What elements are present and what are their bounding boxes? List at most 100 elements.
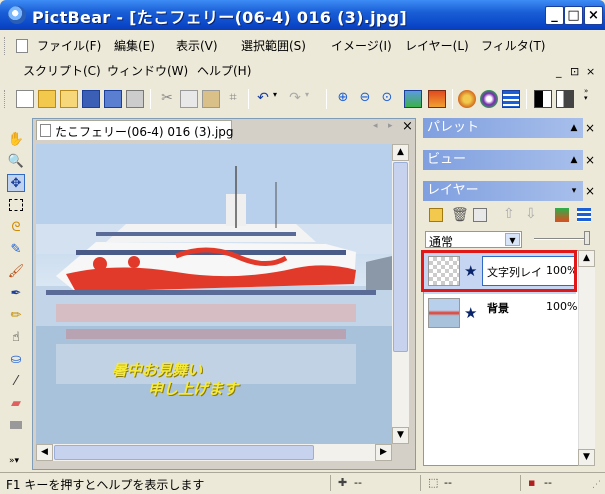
new-file-icon[interactable] — [16, 90, 34, 108]
paste-icon[interactable] — [202, 90, 220, 108]
menu-layer[interactable]: レイヤー(L) — [405, 37, 469, 54]
invert-icon[interactable] — [556, 90, 574, 108]
zoom-fit-icon[interactable]: ⊙ — [378, 90, 396, 108]
smudge-tool-icon[interactable]: ☝ — [7, 328, 25, 346]
scroll-down-button[interactable]: ▼ — [392, 427, 409, 444]
image-canvas[interactable]: 暑中お見舞い 申し上げます — [36, 144, 392, 444]
overlay-text-line1[interactable]: 暑中お見舞い — [112, 359, 202, 380]
opacity-slider-track[interactable] — [534, 238, 590, 240]
flatten-layers-icon[interactable] — [577, 208, 591, 222]
layer-visibility-icon[interactable]: ★ — [464, 304, 477, 322]
document-tab-icon — [40, 124, 51, 137]
eraser-tool-icon[interactable]: ▰ — [7, 394, 25, 412]
toolbox-more-icon[interactable]: »▾ — [9, 456, 19, 466]
crop-icon[interactable]: ⌗ — [224, 90, 242, 108]
rect-select-tool-icon[interactable] — [7, 196, 25, 214]
save-all-icon[interactable] — [104, 90, 122, 108]
open-folder-icon[interactable] — [38, 90, 56, 108]
undo-dropdown-icon[interactable]: ▾ — [270, 90, 280, 108]
close-button[interactable]: × — [584, 6, 603, 25]
scroll-up-button[interactable]: ▲ — [392, 144, 409, 161]
palette-panel-icon[interactable] — [458, 90, 476, 108]
overlay-text-line2[interactable]: 申し上げます — [148, 378, 238, 399]
move-layer-down-icon[interactable]: ⇩ — [525, 206, 537, 222]
layer-row[interactable]: ★ 背景 100% — [424, 294, 577, 336]
menu-select[interactable]: 選択範囲(S) — [241, 37, 306, 54]
color-value-icon: ▪ — [528, 476, 536, 489]
image-adjust-icon[interactable] — [428, 90, 446, 108]
menu-image[interactable]: イメージ(I) — [331, 37, 392, 54]
vertical-scroll-thumb[interactable] — [393, 162, 408, 352]
pen-tool-icon[interactable]: ✎ — [7, 240, 25, 258]
move-tool-icon[interactable]: ✥ — [7, 174, 25, 192]
document-icon[interactable] — [16, 39, 28, 53]
layer-panel-header[interactable]: レイヤー — [423, 181, 583, 201]
menu-view[interactable]: 表示(V) — [176, 37, 218, 54]
airbrush-tool-icon[interactable]: ✒ — [7, 284, 25, 302]
shape-tool-icon[interactable] — [7, 416, 25, 434]
layer-collapse-button[interactable]: ▾ — [568, 184, 580, 198]
mdi-close-button[interactable]: × — [586, 65, 595, 78]
view-collapse-button[interactable]: ▲ — [568, 153, 580, 167]
menu-edit[interactable]: 編集(E) — [114, 37, 155, 54]
mdi-restore-button[interactable]: ⊡ — [570, 65, 579, 78]
menu-file[interactable]: ファイル(F) — [37, 37, 101, 54]
toolbar-overflow-icon[interactable]: » ▾ — [584, 88, 596, 112]
mdi-minimize-button[interactable]: _ — [556, 65, 562, 78]
menubar-grip[interactable] — [4, 37, 7, 55]
document-tab[interactable]: たこフェリー(06-4) 016 (3).jpg — [36, 120, 234, 140]
color-picker-icon[interactable] — [480, 90, 498, 108]
tab-prev-button[interactable]: ◂ — [373, 121, 378, 131]
blend-mode-select[interactable]: 通常 ▼ — [425, 231, 522, 249]
print-icon[interactable] — [126, 90, 144, 108]
menu-script[interactable]: スクリプト(C) — [23, 62, 101, 79]
palette-close-button[interactable]: × — [584, 121, 596, 135]
layers-panel-icon[interactable] — [502, 90, 520, 108]
resize-grip-icon[interactable]: ⋰ — [592, 480, 601, 490]
pencil-tool-icon[interactable]: ✏ — [7, 306, 25, 324]
eyedropper-tool-icon[interactable]: ⁄ — [7, 372, 25, 390]
brush-tool-icon[interactable]: 🖌 — [7, 262, 25, 280]
layer-properties-icon[interactable] — [473, 208, 487, 222]
view-panel-header[interactable]: ビュー — [423, 150, 583, 170]
menu-help[interactable]: ヘルプ(H) — [197, 62, 251, 79]
palette-panel-header[interactable]: パレット — [423, 118, 583, 138]
scroll-left-button[interactable]: ◀ — [36, 444, 53, 461]
image-view-icon[interactable] — [404, 90, 422, 108]
redo-dropdown-icon[interactable]: ▾ — [302, 90, 312, 108]
minimize-button[interactable]: _ — [545, 6, 564, 25]
zoom-in-icon[interactable]: ⊕ — [334, 90, 352, 108]
delete-layer-icon[interactable]: 🗑 — [451, 207, 469, 223]
app-icon[interactable] — [8, 6, 26, 24]
layer-scroll-down-button[interactable]: ▼ — [578, 449, 595, 466]
toolbar-grip[interactable] — [4, 90, 7, 108]
chevron-down-icon[interactable]: ▼ — [505, 233, 520, 246]
tab-close-button[interactable]: × — [402, 119, 413, 134]
lasso-tool-icon[interactable]: ᘓ — [7, 218, 25, 236]
palette-collapse-button[interactable]: ▲ — [568, 121, 580, 135]
merge-layer-icon[interactable] — [555, 208, 569, 222]
fill-tool-icon[interactable]: ⛀ — [7, 350, 25, 368]
new-layer-icon[interactable] — [429, 208, 443, 222]
move-layer-up-icon[interactable]: ⇧ — [503, 206, 515, 222]
zoom-out-icon[interactable]: ⊖ — [356, 90, 374, 108]
contrast-icon[interactable] — [534, 90, 552, 108]
horizontal-scroll-thumb[interactable] — [54, 445, 314, 460]
layer-list-scrollbar[interactable] — [578, 250, 595, 466]
layer-close-button[interactable]: × — [584, 184, 596, 198]
menu-window[interactable]: ウィンドウ(W) — [107, 62, 188, 79]
maximize-button[interactable]: □ — [564, 6, 583, 25]
layer-scroll-up-button[interactable]: ▲ — [578, 250, 595, 267]
cut-icon[interactable]: ✂ — [158, 90, 176, 108]
zoom-tool-icon[interactable]: 🔍 — [7, 152, 25, 170]
open-recent-icon[interactable] — [60, 90, 78, 108]
save-icon[interactable] — [82, 90, 100, 108]
hand-tool-icon[interactable]: ✋ — [7, 130, 25, 148]
menu-filter[interactable]: フィルタ(T) — [481, 37, 545, 54]
copy-icon[interactable] — [180, 90, 198, 108]
blend-mode-value: 通常 — [429, 235, 454, 249]
scroll-right-button[interactable]: ▶ — [375, 444, 392, 461]
tab-next-button[interactable]: ▸ — [388, 121, 393, 131]
opacity-slider-thumb[interactable] — [584, 231, 590, 245]
view-close-button[interactable]: × — [584, 153, 596, 167]
